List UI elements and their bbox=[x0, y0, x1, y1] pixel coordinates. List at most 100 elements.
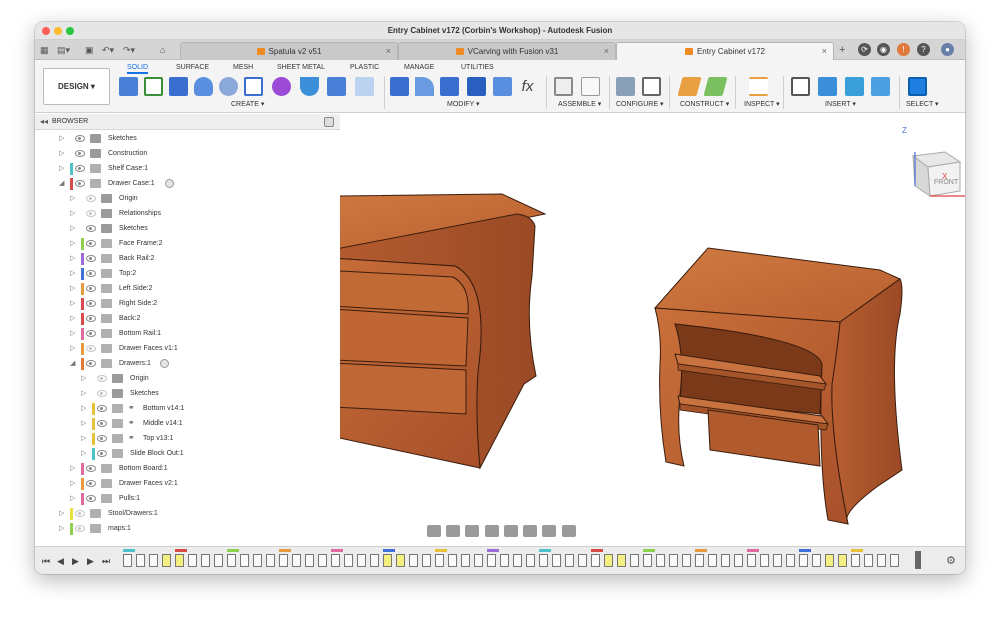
tab-plastic[interactable]: PLASTIC bbox=[350, 64, 379, 71]
close-tab-icon[interactable]: × bbox=[386, 46, 391, 56]
modify-group-label[interactable]: MODIFY ▾ bbox=[447, 100, 480, 108]
grid-settings-icon[interactable] bbox=[542, 525, 557, 537]
expand-icon[interactable]: ▷ bbox=[70, 224, 75, 232]
close-tab-icon[interactable]: × bbox=[822, 46, 827, 56]
timeline-feature[interactable] bbox=[890, 554, 899, 567]
timeline-feature[interactable] bbox=[123, 554, 132, 567]
configure-icon[interactable] bbox=[616, 77, 635, 96]
measure-icon[interactable] bbox=[749, 77, 768, 96]
timeline-feature[interactable] bbox=[734, 554, 743, 567]
zoom-icon[interactable] bbox=[484, 525, 499, 537]
timeline-feature[interactable] bbox=[253, 554, 262, 567]
timeline-feature[interactable] bbox=[331, 554, 340, 567]
timeline-feature[interactable] bbox=[695, 554, 704, 567]
collapse-browser-icon[interactable]: ◂◂ bbox=[40, 117, 48, 126]
go-to-end-icon[interactable]: ⏭ bbox=[102, 556, 110, 567]
visibility-eye-icon[interactable] bbox=[86, 315, 96, 322]
hole-icon[interactable] bbox=[219, 77, 238, 96]
revolve-icon[interactable] bbox=[194, 77, 213, 96]
expand-icon[interactable]: ▷ bbox=[81, 419, 86, 427]
visibility-eye-icon[interactable] bbox=[86, 255, 96, 262]
visibility-eye-icon[interactable] bbox=[86, 225, 96, 232]
timeline-feature[interactable] bbox=[760, 554, 769, 567]
visibility-eye-icon[interactable] bbox=[86, 240, 96, 247]
timeline-feature[interactable] bbox=[682, 554, 691, 567]
new-tab-icon[interactable]: + bbox=[839, 43, 845, 57]
visibility-eye-icon[interactable] bbox=[86, 330, 96, 337]
visibility-eye-icon[interactable] bbox=[97, 450, 107, 457]
grid-menu-icon[interactable]: ▦ bbox=[40, 43, 49, 57]
help-icon[interactable]: ? bbox=[917, 43, 930, 56]
visibility-eye-icon[interactable] bbox=[75, 165, 85, 172]
visibility-eye-icon[interactable] bbox=[75, 135, 85, 142]
visibility-eye-icon[interactable] bbox=[86, 480, 96, 487]
timeline-feature[interactable] bbox=[448, 554, 457, 567]
tab-entry-cabinet[interactable]: Entry Cabinet v172 × bbox=[616, 42, 834, 60]
notifications-icon[interactable]: ! bbox=[897, 43, 910, 56]
visibility-eye-icon[interactable] bbox=[75, 525, 85, 532]
viewcube[interactable]: FRONT bbox=[911, 151, 965, 197]
expand-icon[interactable]: ▷ bbox=[70, 314, 75, 322]
fit-icon[interactable] bbox=[503, 525, 518, 537]
activate-component-icon[interactable] bbox=[165, 179, 174, 188]
assemble-group-label[interactable]: ASSEMBLE ▾ bbox=[558, 100, 601, 108]
timeline-feature[interactable] bbox=[526, 554, 535, 567]
redo-icon[interactable]: ↷▾ bbox=[123, 43, 135, 57]
expand-icon[interactable]: ▷ bbox=[59, 524, 64, 532]
visibility-eye-icon[interactable] bbox=[86, 300, 96, 307]
timeline-feature[interactable] bbox=[747, 554, 756, 567]
undo-icon[interactable]: ↶▾ bbox=[102, 43, 114, 57]
go-to-start-icon[interactable]: ⏮ bbox=[42, 556, 50, 567]
viewports-icon[interactable] bbox=[561, 525, 576, 537]
shell-icon[interactable] bbox=[467, 77, 486, 96]
visibility-eye-icon[interactable] bbox=[86, 210, 96, 217]
visibility-eye-icon[interactable] bbox=[97, 435, 107, 442]
as-built-joint-icon[interactable] bbox=[581, 77, 600, 96]
timeline-feature[interactable] bbox=[825, 554, 834, 567]
offset-plane-icon[interactable] bbox=[677, 77, 702, 96]
timeline-feature[interactable] bbox=[409, 554, 418, 567]
timeline-feature[interactable] bbox=[396, 554, 405, 567]
timeline-feature[interactable] bbox=[266, 554, 275, 567]
timeline-feature[interactable] bbox=[292, 554, 301, 567]
expand-icon[interactable]: ▷ bbox=[70, 464, 75, 472]
timeline-feature[interactable] bbox=[812, 554, 821, 567]
timeline-feature[interactable] bbox=[708, 554, 717, 567]
workspace-switcher[interactable]: DESIGN ▾ bbox=[43, 68, 110, 105]
expand-icon[interactable]: ▷ bbox=[59, 134, 64, 142]
timeline-feature[interactable] bbox=[344, 554, 353, 567]
visibility-eye-icon[interactable] bbox=[86, 285, 96, 292]
timeline-feature[interactable] bbox=[318, 554, 327, 567]
expand-icon[interactable]: ▷ bbox=[70, 254, 75, 262]
timeline-feature[interactable] bbox=[630, 554, 639, 567]
new-component-icon[interactable] bbox=[119, 77, 138, 96]
timeline-feature[interactable] bbox=[136, 554, 145, 567]
configuration-table-icon[interactable] bbox=[642, 77, 661, 96]
timeline-feature[interactable] bbox=[357, 554, 366, 567]
tab-utilities[interactable]: UTILITIES bbox=[461, 64, 494, 71]
timeline-feature[interactable] bbox=[864, 554, 873, 567]
expand-icon[interactable]: ▷ bbox=[81, 374, 86, 382]
create-group-label[interactable]: CREATE ▾ bbox=[231, 100, 264, 108]
timeline-feature[interactable] bbox=[773, 554, 782, 567]
select-group-label[interactable]: SELECT ▾ bbox=[906, 100, 939, 108]
tab-spatula[interactable]: Spatula v2 v51 × bbox=[180, 42, 398, 60]
model-viewport[interactable]: FRONT bbox=[288, 114, 965, 546]
create-sketch-icon[interactable] bbox=[144, 77, 163, 96]
timeline-feature[interactable] bbox=[240, 554, 249, 567]
visibility-eye-icon[interactable] bbox=[86, 270, 96, 277]
visibility-eye-icon[interactable] bbox=[97, 390, 107, 397]
timeline-feature[interactable] bbox=[305, 554, 314, 567]
expand-icon[interactable]: ▷ bbox=[70, 299, 75, 307]
timeline-feature[interactable] bbox=[565, 554, 574, 567]
save-icon[interactable]: ▣ bbox=[85, 43, 94, 57]
timeline-feature[interactable] bbox=[786, 554, 795, 567]
step-forward-icon[interactable]: ▶ bbox=[87, 556, 94, 567]
visibility-eye-icon[interactable] bbox=[86, 465, 96, 472]
tab-solid[interactable]: SOLID bbox=[127, 64, 149, 74]
look-at-icon[interactable] bbox=[446, 525, 461, 537]
play-icon[interactable]: ▶ bbox=[72, 556, 79, 567]
press-pull-icon[interactable] bbox=[390, 77, 409, 96]
collapse-icon[interactable]: ◢ bbox=[70, 359, 75, 367]
pattern-icon[interactable] bbox=[355, 77, 374, 96]
